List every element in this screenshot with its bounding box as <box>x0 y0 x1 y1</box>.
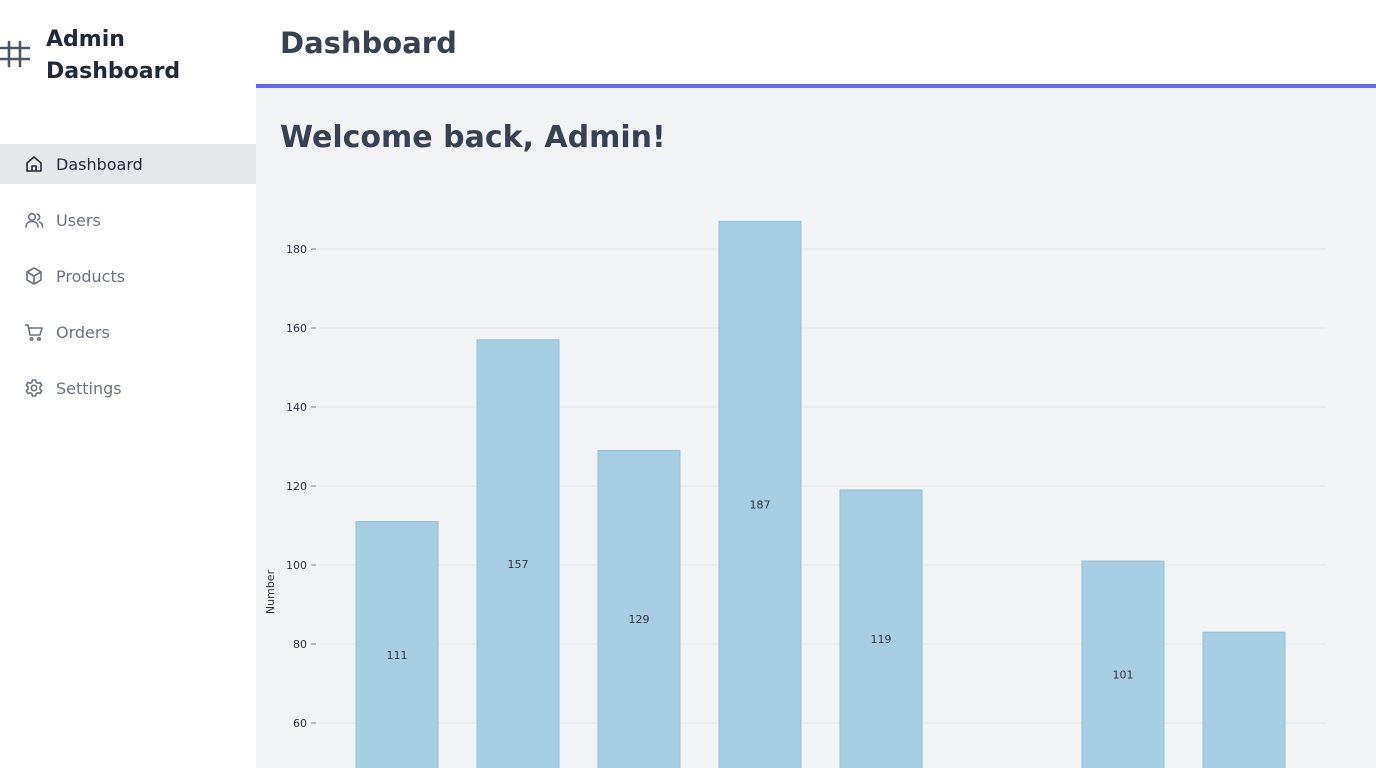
home-icon <box>26 156 42 172</box>
bar-value-label: 157 <box>508 558 529 571</box>
y-axis-label: Number <box>264 569 277 614</box>
cart-icon <box>24 324 43 342</box>
bar-value-label: 187 <box>750 499 771 512</box>
bar-value-label: 101 <box>1113 669 1134 682</box>
bar <box>839 489 923 768</box>
bar <box>597 449 681 768</box>
sidebar-item-label: Users <box>56 210 101 230</box>
main-content: Dashboard Welcome back, Admin! 60 80 100 12… <box>256 0 1376 768</box>
bar <box>355 521 439 768</box>
users-icon <box>25 212 44 228</box>
sidebar-item-settings[interactable]: Settings <box>0 368 256 408</box>
welcome-message: Welcome back, Admin! <box>280 120 666 155</box>
y-tick-label: 160 <box>286 322 307 335</box>
y-tick-label: 120 <box>286 480 307 493</box>
hash-icon <box>0 40 30 68</box>
bar-chart: 60 80 100 120 140 160 180 111 157 129 187 119 101 Num… <box>264 220 1326 768</box>
y-tick-label: 140 <box>286 401 307 414</box>
bar <box>476 339 560 768</box>
page-title: Dashboard <box>280 26 457 60</box>
sidebar-item-users[interactable]: Users <box>0 200 256 240</box>
bar <box>718 220 802 768</box>
sidebar-item-label: Orders <box>56 322 110 342</box>
y-tick-label: 80 <box>293 638 307 651</box>
y-tick-label: 100 <box>286 559 307 572</box>
bar <box>1081 560 1165 768</box>
sidebar-item-products[interactable]: Products <box>0 256 256 296</box>
top-bar: Dashboard <box>256 0 1376 88</box>
y-tick-label: 60 <box>293 717 307 730</box>
sidebar-nav: Dashboard Users Products Orders Settings <box>0 144 256 424</box>
sidebar-item-label: Dashboard <box>56 154 143 174</box>
sidebar-item-orders[interactable]: Orders <box>0 312 256 352</box>
sidebar: Admin Dashboard Dashboard Users Products… <box>0 0 256 768</box>
brand-title: Admin Dashboard <box>46 27 181 84</box>
box-icon <box>26 267 42 285</box>
sidebar-item-dashboard[interactable]: Dashboard <box>0 144 256 184</box>
bar-value-label: 119 <box>871 633 892 646</box>
brand: Admin Dashboard <box>0 24 206 88</box>
bar-value-label: 111 <box>387 649 408 662</box>
sidebar-item-label: Products <box>56 266 126 286</box>
bar-value-label: 129 <box>629 613 650 626</box>
gear-icon <box>25 379 43 397</box>
sidebar-item-label: Settings <box>56 378 122 398</box>
bar <box>1202 631 1286 768</box>
y-tick-label: 180 <box>286 243 307 256</box>
